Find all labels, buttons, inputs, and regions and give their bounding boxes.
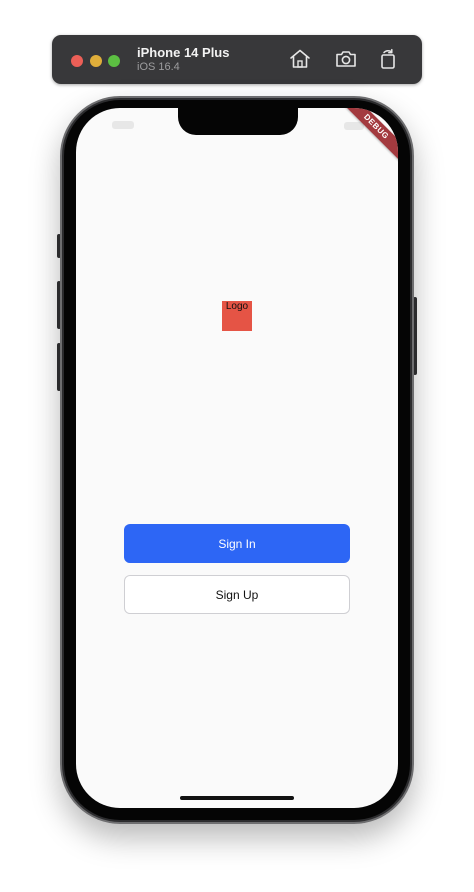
zoom-window-button[interactable] <box>108 55 120 67</box>
notch <box>178 108 298 135</box>
status-bar-time <box>112 121 134 129</box>
rotate-icon <box>381 48 395 69</box>
sign-in-button[interactable]: Sign In <box>124 524 350 563</box>
sign-up-button[interactable]: Sign Up <box>124 575 350 614</box>
device-os-version: iOS 16.4 <box>137 61 180 73</box>
home-icon <box>290 49 310 68</box>
home-indicator[interactable] <box>180 796 294 800</box>
screenshot-button[interactable] <box>334 47 358 71</box>
minimize-window-button[interactable] <box>90 55 102 67</box>
device-name: iPhone 14 Plus <box>137 45 230 60</box>
rotate-button[interactable] <box>376 47 400 71</box>
close-window-button[interactable] <box>71 55 83 67</box>
screenshot-icon <box>336 51 356 67</box>
home-button[interactable] <box>288 47 312 71</box>
status-bar-indicators <box>344 122 364 130</box>
app-screen: DEBUG Logo Sign In Sign Up <box>76 108 398 808</box>
app-logo: Logo <box>222 301 252 331</box>
